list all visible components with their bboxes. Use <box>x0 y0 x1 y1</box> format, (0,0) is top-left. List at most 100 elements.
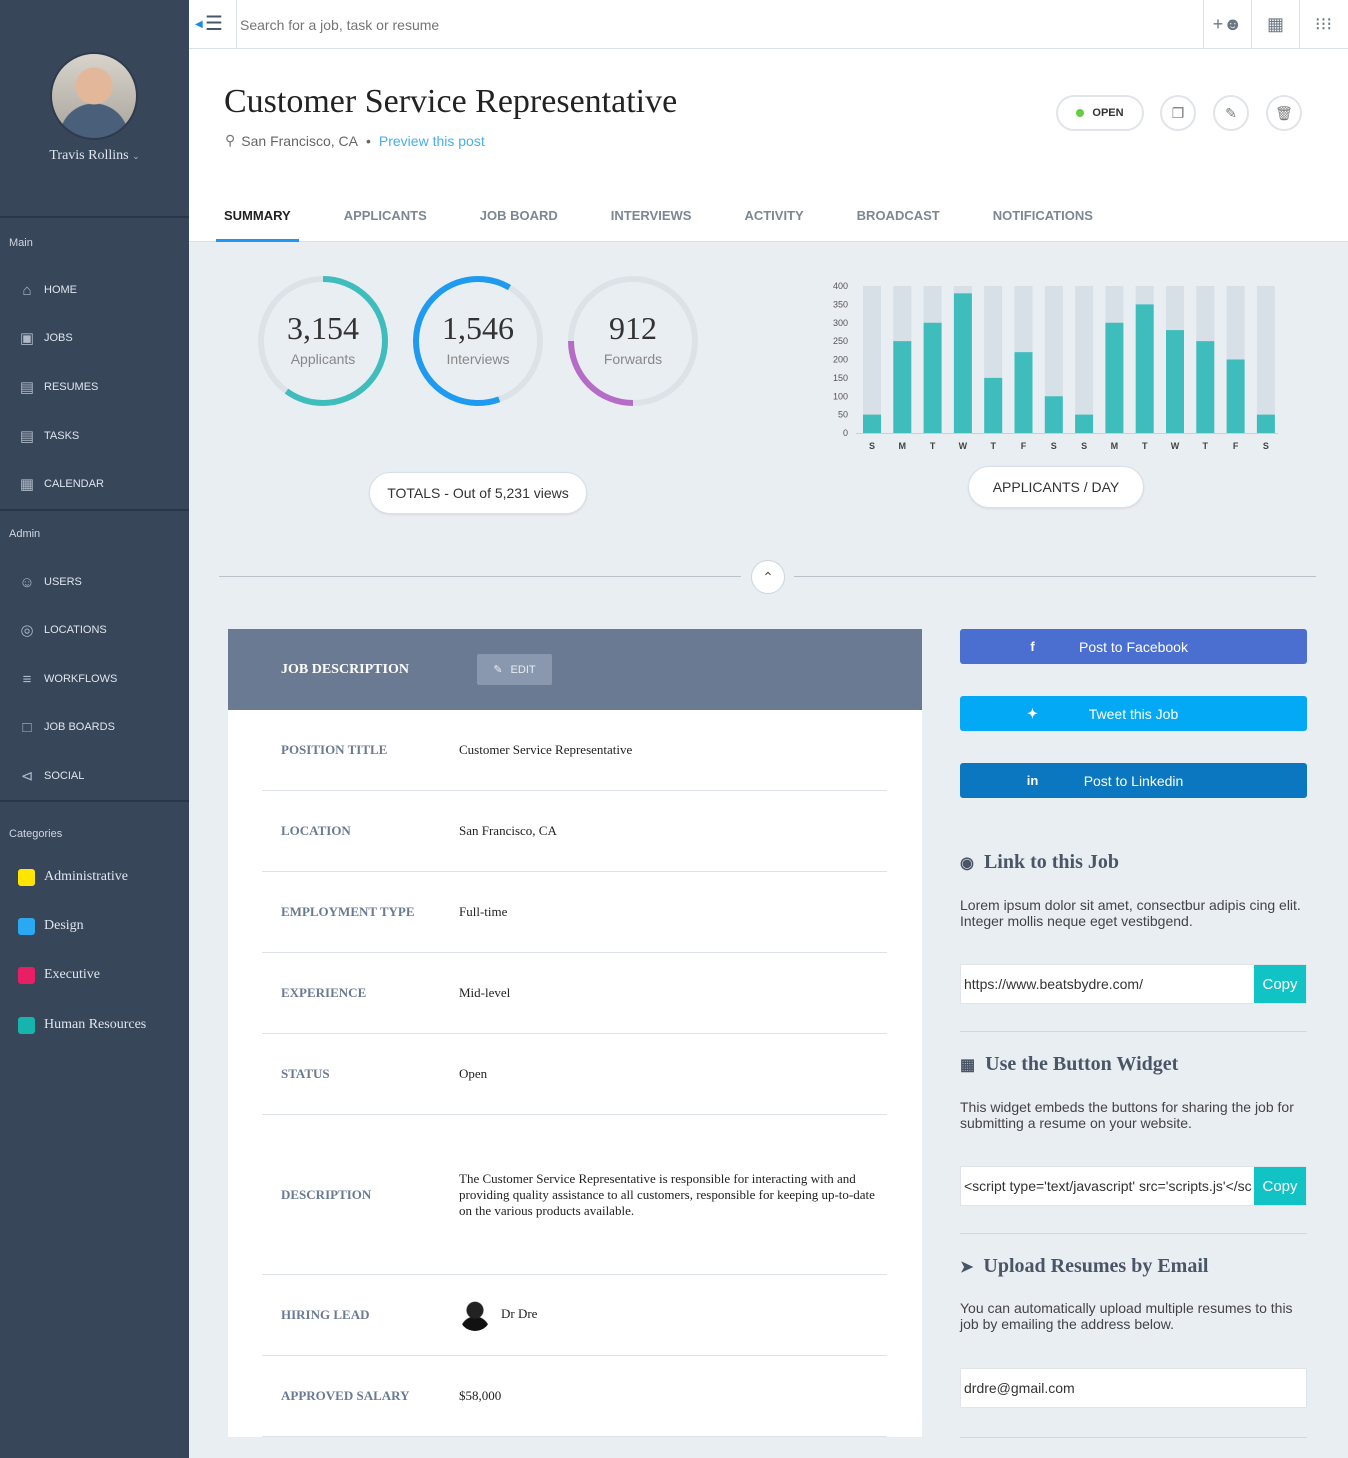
field-row: LOCATION San Francisco, CA <box>262 791 887 872</box>
preview-link[interactable]: Preview this post <box>379 133 485 149</box>
category-administrative[interactable]: Administrative <box>0 862 189 892</box>
edit-description-button[interactable]: ✎ EDIT <box>476 654 552 685</box>
share-label: Post to Facebook <box>1079 638 1188 655</box>
bar[interactable] <box>1166 330 1184 433</box>
field-label: DESCRIPTION <box>281 1186 372 1202</box>
sidebar-item-resumes[interactable]: ▤ RESUMES <box>0 367 189 407</box>
bar[interactable] <box>1135 304 1154 433</box>
sidebar-item-workflows[interactable]: ≡ WORKFLOWS <box>0 659 189 699</box>
job-description-card: JOB DESCRIPTION ✎ EDIT POSITION TITLE Cust… <box>228 629 922 1437</box>
bar[interactable] <box>1014 352 1033 433</box>
section-divider <box>794 576 1316 577</box>
chevron-down-icon: ⌄ <box>132 151 140 161</box>
job-description-header: JOB DESCRIPTION ✎ EDIT <box>228 629 922 710</box>
bar[interactable] <box>1256 414 1275 433</box>
x-tick-label: T <box>930 441 936 451</box>
delete-button[interactable]: 🗑 <box>1266 95 1302 131</box>
user-menu[interactable]: Travis Rollins ⌄ <box>0 148 189 164</box>
sidebar-item-jobs[interactable]: ▣ JOBS <box>0 318 189 358</box>
category-executive[interactable]: Executive <box>0 960 189 990</box>
category-label: Human Resources <box>44 1017 147 1032</box>
sidebar-item-social[interactable]: ⊲ SOCIAL <box>0 756 189 796</box>
sidebar-item-label: LOCATIONS <box>44 624 107 636</box>
widget-code-input[interactable]: <script type='text/javascript' src='scri… <box>961 1167 1254 1205</box>
category-label: Design <box>44 918 84 933</box>
tab-activity[interactable]: ACTIVITY <box>736 189 811 241</box>
tab-interviews[interactable]: INTERVIEWS <box>603 189 700 241</box>
category-human-resources[interactable]: Human Resources <box>0 1010 189 1040</box>
sidebar-item-home[interactable]: ⌂ HOME <box>0 270 189 310</box>
sidebar-item-users[interactable]: ☺ USERS <box>0 562 189 602</box>
post-to-linkedin-button[interactable]: in Post to Linkedin <box>960 763 1307 798</box>
location-pin-icon: ⚲ <box>225 132 236 148</box>
bar[interactable] <box>863 414 881 433</box>
tab-summary[interactable]: SUMMARY <box>216 189 299 242</box>
upload-email-field: drdre@gmail.com <box>960 1368 1307 1408</box>
field-row: APPROVED SALARY $58,000 <box>262 1356 887 1437</box>
tab-broadcast[interactable]: BROADCAST <box>849 189 948 241</box>
bar[interactable] <box>953 293 972 433</box>
y-tick-label: 350 <box>833 299 848 309</box>
bar[interactable] <box>893 341 912 433</box>
bookmark-button[interactable]: ❐ <box>1160 95 1196 131</box>
tab-job-board[interactable]: JOB BOARD <box>472 189 566 241</box>
tasks-icon: ▤ <box>19 428 35 445</box>
separator-dot: • <box>365 132 371 149</box>
sidebar-item-locations[interactable]: ◎ LOCATIONS <box>0 610 189 650</box>
tweet-job-button[interactable]: ✦ Tweet this Job <box>960 696 1307 731</box>
category-design[interactable]: Design <box>0 911 189 941</box>
job-link-input[interactable]: https://www.beatsbydre.com/ <box>961 965 1254 1003</box>
sidebar-item-tasks[interactable]: ▤ TASKS <box>0 416 189 456</box>
bar[interactable] <box>984 377 1003 433</box>
y-tick-label: 50 <box>838 410 848 420</box>
edit-button[interactable]: ✎ <box>1213 95 1249 131</box>
section-divider <box>960 1031 1307 1032</box>
bar[interactable] <box>923 322 942 433</box>
tab-bar: SUMMARY APPLICANTS JOB BOARD INTERVIEWS … <box>216 189 1138 242</box>
link-title-text: Link to this Job <box>983 851 1120 873</box>
upload-email-input[interactable]: drdre@gmail.com <box>961 1369 1306 1407</box>
x-tick-label: W <box>1171 441 1180 451</box>
bar[interactable] <box>1226 359 1245 434</box>
field-value: The Customer Service Representative is r… <box>459 1170 875 1218</box>
avatar[interactable] <box>50 52 138 140</box>
sidebar-item-calendar[interactable]: ▦ CALENDAR <box>0 464 189 504</box>
forwards-label: Forwards <box>603 351 663 367</box>
hamburger-icon: ☰ <box>205 13 223 35</box>
tab-applicants[interactable]: APPLICANTS <box>336 189 435 241</box>
tab-notifications[interactable]: NOTIFICATIONS <box>985 189 1101 241</box>
paper-plane-icon: ➤ <box>960 1258 974 1276</box>
bar[interactable] <box>1196 341 1215 433</box>
calendar-button[interactable]: ▦ <box>1251 0 1299 49</box>
board-icon: □ <box>22 718 32 736</box>
menu-toggle-button[interactable]: ◀ ☰ <box>195 13 225 36</box>
search-input[interactable] <box>236 0 1196 49</box>
totals-pill[interactable]: TOTALS - Out of 5,231 views <box>369 472 587 514</box>
category-swatch <box>18 868 35 886</box>
field-value: Dr Dre <box>459 1299 887 1331</box>
status-badge[interactable]: OPEN <box>1056 95 1144 131</box>
category-label: Administrative <box>44 869 128 884</box>
field-value: $58,000 <box>459 1388 502 1403</box>
copy-widget-button[interactable]: Copy <box>1254 1167 1306 1205</box>
job-location: San Francisco, CA <box>241 132 358 149</box>
add-user-button[interactable]: +☻ <box>1203 0 1251 49</box>
job-meta: ⚲ San Francisco, CA • Preview this post <box>225 132 485 149</box>
collapse-button[interactable]: ⌃ <box>751 560 785 594</box>
applicants-per-day-pill[interactable]: APPLICANTS / DAY <box>968 466 1144 508</box>
copy-link-button[interactable]: Copy <box>1254 965 1306 1003</box>
sidebar-item-label: TASKS <box>44 430 80 442</box>
sidebar-item-job-boards[interactable]: □ JOB BOARDS <box>0 707 189 747</box>
share-label: Post to Linkedin <box>1083 772 1184 789</box>
sidebar-divider <box>0 509 189 511</box>
bar[interactable] <box>1105 322 1124 433</box>
bar[interactable] <box>1044 396 1063 433</box>
interviews-count: 1,546 <box>442 310 514 346</box>
post-to-facebook-button[interactable]: f Post to Facebook <box>960 629 1307 664</box>
x-tick-label: S <box>1081 441 1087 451</box>
apps-button[interactable]: ⁝⁝⁝ <box>1299 0 1347 49</box>
category-label: Executive <box>44 967 100 982</box>
pencil-icon: ✎ <box>1225 104 1237 121</box>
bar[interactable] <box>1075 414 1094 433</box>
sidebar-item-label: HOME <box>44 284 77 296</box>
